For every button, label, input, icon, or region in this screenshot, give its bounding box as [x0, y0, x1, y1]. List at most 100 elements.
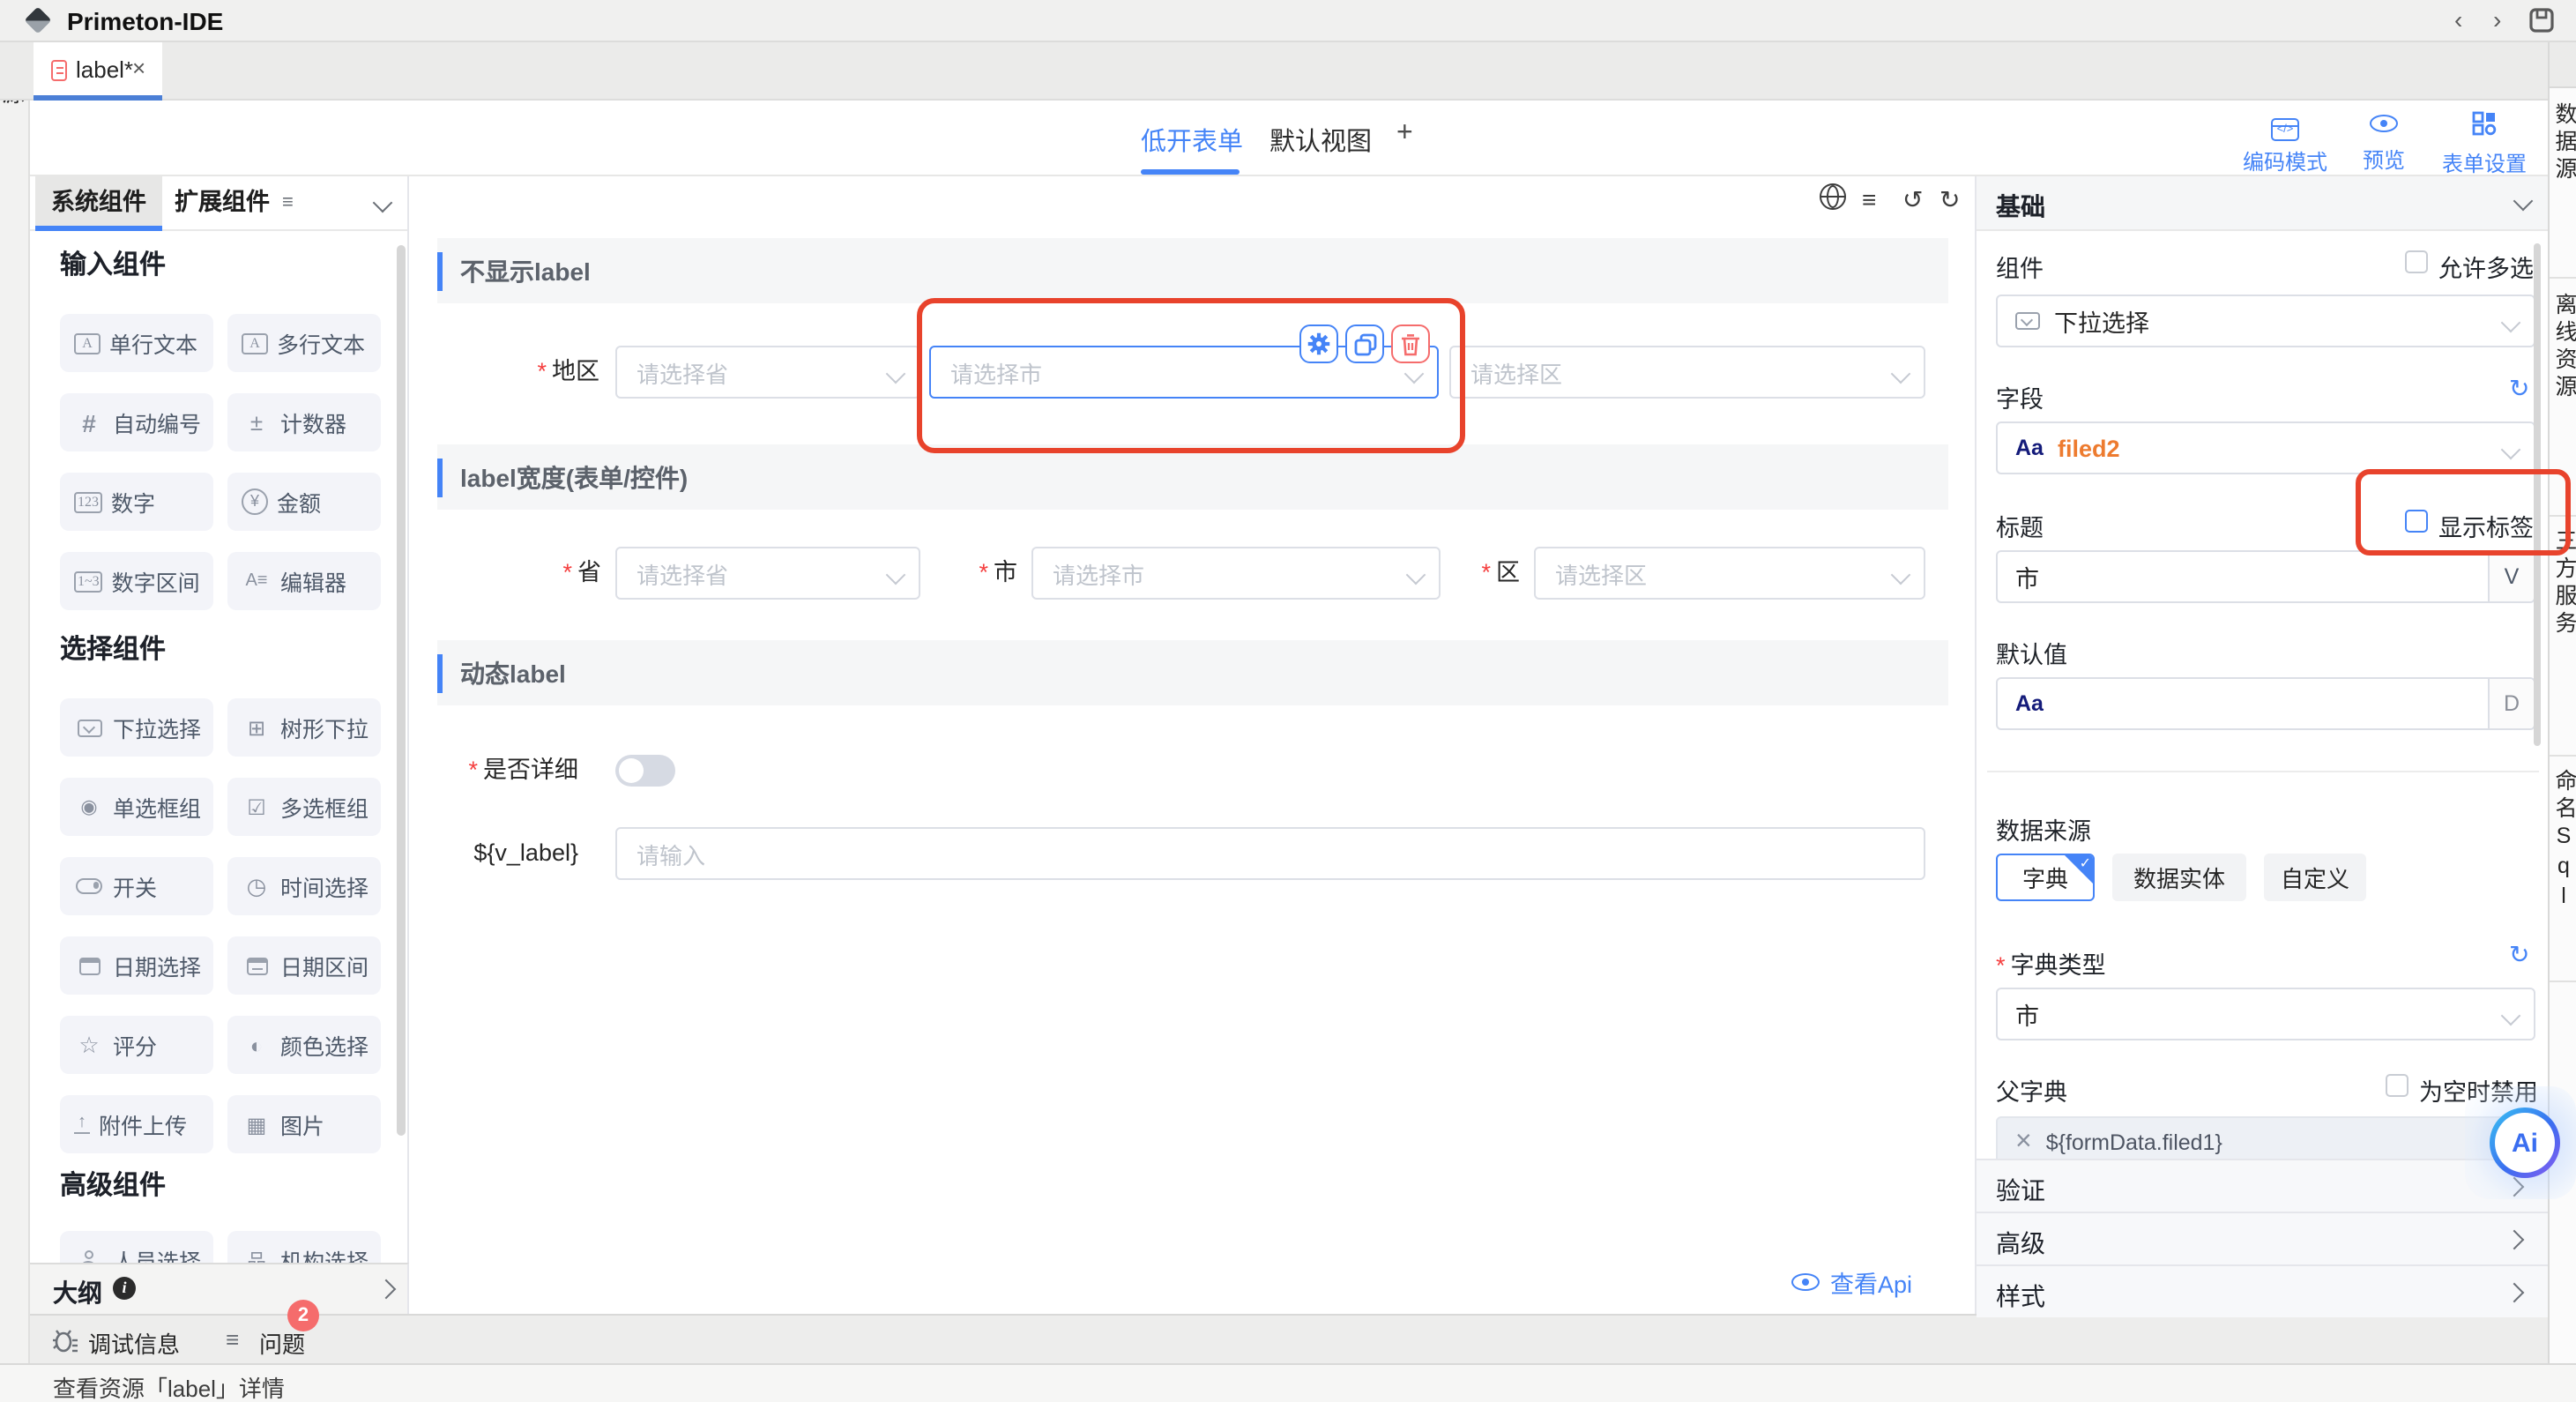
view-api-label: 查看Api: [1830, 1264, 1912, 1300]
palette-item-multi-line-text[interactable]: A 多行文本: [227, 314, 381, 372]
view-tab-underline: [1141, 169, 1240, 175]
palette-item-radio-group[interactable]: ◉ 单选框组: [60, 778, 213, 836]
section-advanced[interactable]: 高级: [1977, 1212, 2548, 1264]
save-icon[interactable]: [2528, 7, 2555, 34]
palette-item-amount[interactable]: ¥ 金额: [227, 473, 381, 531]
debug-info-button[interactable]: 调试信息: [88, 1326, 180, 1360]
refresh-icon[interactable]: ↻: [2509, 940, 2529, 970]
palette-item-number-range[interactable]: 1~3 数字区间: [60, 552, 213, 610]
palette-item-color-picker[interactable]: ◐ 颜色选择: [227, 1016, 381, 1074]
palette-item-dropdown-select[interactable]: 下拉选择: [60, 698, 213, 757]
i18n-globe-icon[interactable]: [1820, 183, 1846, 215]
ai-assistant-button[interactable]: Ai: [2490, 1107, 2560, 1178]
palette-item-date-range[interactable]: 日期区间: [227, 936, 381, 995]
palette-item-editor[interactable]: A≡ 编辑器: [227, 552, 381, 610]
inspector-header-basic[interactable]: 基础: [1977, 176, 2548, 231]
tab-custom[interactable]: 自定义: [2264, 854, 2366, 901]
tab-data-entity[interactable]: 数据实体: [2112, 854, 2246, 901]
palette-scrollbar[interactable]: [397, 245, 406, 1136]
close-icon[interactable]: ×: [132, 55, 145, 81]
undo-icon[interactable]: ↺: [1902, 185, 1923, 215]
title-input[interactable]: 市 V: [1996, 550, 2535, 603]
multi-select-checkbox[interactable]: [2405, 250, 2428, 273]
tab-data-source[interactable]: 数据源: [2551, 102, 2576, 184]
form-settings-label: 表单设置: [2428, 147, 2541, 177]
problems-button[interactable]: 问题: [259, 1326, 305, 1360]
section-header-no-label: 不显示label: [437, 238, 1948, 303]
tab-offline-resource[interactable]: 离线资源: [2551, 293, 2576, 402]
tab-default-view[interactable]: 默认视图: [1269, 122, 1372, 159]
add-view-button[interactable]: +: [1396, 118, 1413, 150]
tab-system-components[interactable]: 系统组件: [35, 176, 162, 229]
disable-when-empty-checkbox[interactable]: [2386, 1074, 2408, 1097]
detail-toggle[interactable]: [615, 755, 675, 787]
section-validate[interactable]: 验证: [1977, 1159, 2548, 1212]
district-select[interactable]: 请选择区: [1449, 346, 1925, 399]
section-title-advanced: 高级组件: [60, 1166, 166, 1203]
palette-item-label: 树形下拉: [280, 711, 369, 744]
default-value-text: Aa: [2015, 691, 2044, 716]
dict-type-select[interactable]: 市: [1996, 988, 2535, 1040]
history-back-icon[interactable]: ‹: [2454, 5, 2462, 34]
chevron-down-icon[interactable]: [373, 193, 393, 213]
org-icon: 品: [242, 1246, 272, 1263]
view-api-link[interactable]: 查看Api: [1791, 1264, 1912, 1300]
tab-low-code-form[interactable]: 低开表单: [1141, 122, 1243, 159]
palette-item-person-select[interactable]: 人员选择: [60, 1231, 213, 1263]
city-select-2[interactable]: 请选择市: [1031, 547, 1441, 600]
palette-item-image[interactable]: ▦ 图片: [227, 1095, 381, 1153]
default-addon-button[interactable]: D: [2488, 679, 2534, 728]
clear-icon[interactable]: ×: [2015, 1127, 2032, 1159]
property-inspector: 基础 组件 允许多选 下拉选择 字段 ↻ Aa filed2 标题 显示标签 市…: [1975, 176, 2548, 1314]
palette-item-switch[interactable]: 开关: [60, 857, 213, 915]
default-value-input[interactable]: Aa D: [1996, 677, 2535, 730]
palette-item-label: 时间选择: [280, 869, 369, 903]
palette-item-label: 开关: [113, 869, 157, 903]
auto-number-icon: #: [74, 408, 104, 436]
district-select-2[interactable]: 请选择区: [1534, 547, 1925, 600]
district-placeholder: 请选择区: [1555, 556, 1647, 590]
tab-named-sql[interactable]: 命名Sql: [2551, 769, 2576, 914]
palette-sort-icon[interactable]: ≡: [282, 192, 294, 213]
preview-button[interactable]: 预览: [2327, 109, 2440, 175]
district-placeholder: 请选择区: [1470, 355, 1562, 389]
palette-item-rating[interactable]: ☆ 评分: [60, 1016, 213, 1074]
palette-item-auto-number[interactable]: # 自动编号: [60, 393, 213, 451]
section-header-label-width: label宽度(表单/控件): [437, 444, 1948, 510]
file-tab-label[interactable]: label* ×: [34, 42, 162, 101]
outline-bar[interactable]: 大纲 i: [30, 1263, 409, 1314]
palette-item-org-select[interactable]: 品 机构选择: [227, 1231, 381, 1263]
title-addon-button[interactable]: V: [2488, 552, 2534, 601]
palette-item-date-picker[interactable]: 日期选择: [60, 936, 213, 995]
refresh-icon[interactable]: ↻: [2509, 374, 2529, 404]
tab-extended-components[interactable]: 扩展组件: [175, 176, 270, 229]
dynamic-label-input[interactable]: 请输入: [615, 827, 1925, 880]
province-select[interactable]: 请选择省: [615, 346, 920, 399]
palette-item-checkbox-group[interactable]: ☑ 多选框组: [227, 778, 381, 836]
redo-icon[interactable]: ↻: [1939, 185, 1960, 215]
form-settings-grid-icon: [2472, 110, 2497, 135]
status-bar: 查看资源「label」详情: [0, 1363, 2576, 1402]
info-icon[interactable]: i: [113, 1277, 136, 1300]
multi-select-label: 允许多选: [2438, 249, 2534, 284]
tab-dictionary-active[interactable]: 字典: [1996, 854, 2095, 901]
debug-bug-icon: [51, 1326, 79, 1354]
chevron-down-icon: [1891, 565, 1911, 585]
palette-item-tree-dropdown[interactable]: ⊞ 树形下拉: [227, 698, 381, 757]
palette-item-time-picker[interactable]: ◷ 时间选择: [227, 857, 381, 915]
palette-item-single-line-text[interactable]: A 单行文本: [60, 314, 213, 372]
province-select-2[interactable]: 请选择省: [615, 547, 920, 600]
palette-item-counter[interactable]: ± 计数器: [227, 393, 381, 451]
field-select[interactable]: Aa filed2: [1996, 421, 2535, 474]
section-style[interactable]: 样式: [1977, 1264, 2548, 1317]
palette-item-number[interactable]: 123 数字: [60, 473, 213, 531]
component-palette: 系统组件 扩展组件 ≡ 输入组件 A 单行文本 A 多行文本 # 自动编号 ± …: [30, 176, 409, 1263]
palette-item-attachment-upload[interactable]: ↑ 附件上传: [60, 1095, 213, 1153]
outline-tree-icon[interactable]: ≡: [1862, 185, 1876, 213]
palette-item-label: 数字区间: [112, 564, 200, 598]
component-type-select[interactable]: 下拉选择: [1996, 295, 2535, 347]
history-forward-icon[interactable]: ›: [2493, 5, 2501, 34]
tab-custom-label: 自定义: [2281, 861, 2349, 894]
form-settings-button[interactable]: 表单设置: [2428, 109, 2541, 177]
code-mode-button[interactable]: </> 编码模式: [2229, 109, 2341, 176]
